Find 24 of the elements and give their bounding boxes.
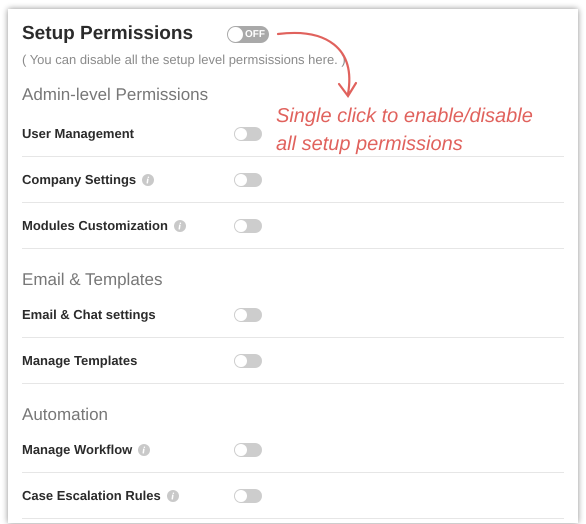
permission-label: User Management (22, 126, 134, 141)
section-heading: Admin-level Permissions (22, 85, 208, 104)
permission-toggle[interactable] (234, 354, 262, 368)
permission-label: Company Settings (22, 172, 136, 187)
info-icon[interactable] (174, 220, 186, 232)
permission-label: Email & Chat settings (22, 307, 156, 322)
permission-label: Manage Workflow (22, 442, 132, 457)
info-icon[interactable] (142, 174, 154, 186)
permission-toggle[interactable] (234, 126, 262, 140)
info-icon[interactable] (166, 490, 179, 502)
permission-toggle[interactable] (234, 172, 262, 186)
permission-toggle[interactable] (234, 488, 262, 502)
permission-toggle[interactable] (234, 442, 262, 456)
section-heading: Automation (22, 405, 108, 424)
permission-label: Manage Templates (22, 353, 138, 368)
permission-label: Case Escalation Rules (22, 488, 161, 503)
page-title: Setup Permissions (22, 23, 194, 45)
master-toggle[interactable]: OFF (227, 26, 269, 42)
permission-toggle[interactable] (234, 308, 262, 322)
permission-toggle[interactable] (234, 218, 262, 232)
annotation-text: Single click to enable/disable all setup permissions (276, 104, 534, 157)
permission-label: Modules Customization (22, 218, 168, 233)
info-icon[interactable] (138, 444, 150, 456)
section-heading: Email & Templates (22, 270, 162, 289)
